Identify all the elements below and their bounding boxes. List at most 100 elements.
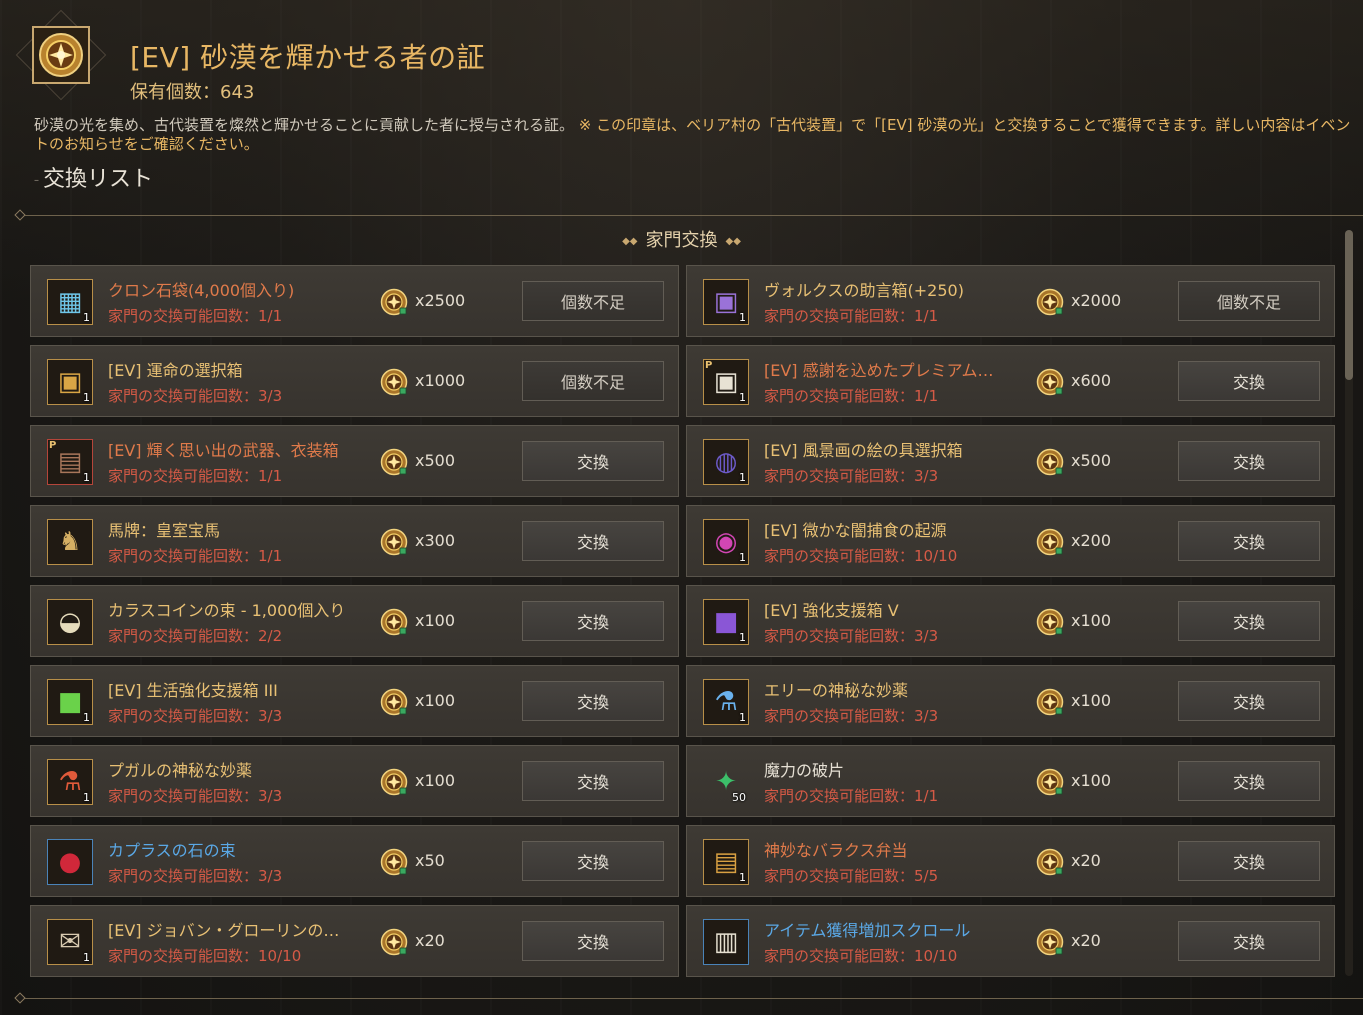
exchange-limit: 家門の交換可能回数：1/1 <box>108 545 282 566</box>
exchange-limit-value: 3/3 <box>258 787 283 805</box>
item-magic-shard-icon[interactable]: ✦ 50 <box>703 759 749 805</box>
exchange-limit-label: 家門の交換可能回数： <box>108 467 259 485</box>
exchange-limit-value: 2/2 <box>258 627 283 645</box>
exchange-button[interactable]: 交換 <box>522 441 664 481</box>
exchange-limit-value: 1/1 <box>914 787 939 805</box>
insufficient-button[interactable]: 個数不足 <box>522 281 664 321</box>
exchange-button[interactable]: 交換 <box>1178 521 1320 561</box>
exchange-limit-value: 3/3 <box>258 867 283 885</box>
seal-currency-icon <box>380 448 408 476</box>
exchange-button[interactable]: 交換 <box>522 761 664 801</box>
item-coin-pouch-icon[interactable]: ◒ <box>47 599 93 645</box>
exchange-item: ✦ 50 魔力の破片 家門の交換可能回数：1/1 x100 交換 <box>686 745 1335 817</box>
item-blue-potion-icon[interactable]: ⚗ 1 <box>703 679 749 725</box>
item-glyph: ▤ <box>713 847 739 877</box>
item-name: プガルの神秘な妙薬 <box>108 761 253 780</box>
item-quantity: 1 <box>739 711 746 724</box>
item-red-potion-icon[interactable]: ⚗ 1 <box>47 759 93 805</box>
item-name: 神妙なバラクス弁当 <box>764 841 908 860</box>
exchange-button[interactable]: 交換 <box>522 841 664 881</box>
item-glyph: ⚗ <box>714 687 738 717</box>
item-support-box-green-icon[interactable]: ■ 1 <box>47 679 93 725</box>
item-cost: x2500 <box>415 291 466 310</box>
item-name: [EV] 微かな闇捕食の起源 <box>764 521 947 540</box>
exchange-limit-value: 3/3 <box>258 707 283 725</box>
item-paint-box-icon[interactable]: ◍ 1 <box>703 439 749 485</box>
exchange-button[interactable]: 交換 <box>1178 761 1320 801</box>
exchange-limit: 家門の交換可能回数：3/3 <box>764 625 938 646</box>
seal-currency-icon <box>1036 928 1064 956</box>
exchange-limit-label: 家門の交換可能回数： <box>764 627 915 645</box>
exchange-button[interactable]: 交換 <box>1178 601 1320 641</box>
item-cost: x50 <box>415 851 445 870</box>
exchange-limit-value: 1/1 <box>914 387 939 405</box>
exchange-item: ✉ 1 [EV] ジョバン・グローリンの… 家門の交換可能回数：10/10 x2… <box>30 905 679 977</box>
section-dash-icon: – <box>34 174 39 186</box>
item-cost: x100 <box>1071 691 1112 710</box>
exchange-limit-value: 3/3 <box>258 387 283 405</box>
exchange-button[interactable]: 交換 <box>522 921 664 961</box>
ornament-right-icon: ◆◆ <box>725 235 741 247</box>
item-cost: x20 <box>1071 851 1101 870</box>
exchange-item: ▣ 1 ヴォルクスの助言箱(+250) 家門の交換可能回数：1/1 x2000 … <box>686 265 1335 337</box>
item-quantity: 1 <box>739 551 746 564</box>
exchange-button[interactable]: 交換 <box>1178 361 1320 401</box>
owned-count: 保有個数：643 <box>130 78 254 104</box>
scrollbar-thumb[interactable] <box>1345 230 1353 380</box>
exchange-limit: 家門の交換可能回数：1/1 <box>108 465 282 486</box>
seal-currency-icon <box>380 768 408 796</box>
premium-badge: P <box>49 440 57 451</box>
exchange-limit-label: 家門の交換可能回数： <box>108 547 259 565</box>
exchange-button[interactable]: 交換 <box>1178 921 1320 961</box>
item-cost: x500 <box>1071 451 1112 470</box>
insufficient-button[interactable]: 個数不足 <box>522 361 664 401</box>
item-horse-medal-icon[interactable]: ♞ <box>47 519 93 565</box>
item-caphras-stone-icon[interactable]: ● <box>47 839 93 885</box>
scrollbar[interactable] <box>1345 230 1353 976</box>
item-quantity: 1 <box>83 951 90 964</box>
item-name: エリーの神秘な妙薬 <box>764 681 909 700</box>
item-support-box-purple-icon[interactable]: ■ 1 <box>703 599 749 645</box>
item-glyph: ■ <box>57 687 83 717</box>
item-cost: x100 <box>415 611 456 630</box>
item-chest-white-icon[interactable]: ▣ P 1 <box>703 359 749 405</box>
divider-bottom <box>14 992 1363 1004</box>
seal-currency-icon <box>380 528 408 556</box>
item-cost: x2000 <box>1071 291 1122 310</box>
ornament-left-icon: ◆◆ <box>622 235 638 247</box>
exchange-button[interactable]: 交換 <box>1178 681 1320 721</box>
exchange-limit: 家門の交換可能回数：3/3 <box>108 705 282 726</box>
exchange-button[interactable]: 交換 <box>522 601 664 641</box>
item-scroll-icon[interactable]: ▥ <box>703 919 749 965</box>
exchange-limit-label: 家門の交換可能回数： <box>764 547 915 565</box>
item-glyph: ▥ <box>713 927 739 957</box>
exchange-button[interactable]: 交換 <box>1178 441 1320 481</box>
exchange-button[interactable]: 交換 <box>522 681 664 721</box>
item-quantity: 50 <box>732 791 746 804</box>
item-chest-gold-icon[interactable]: ▣ 1 <box>47 359 93 405</box>
item-chest-purple-icon[interactable]: ▣ 1 <box>703 279 749 325</box>
exchange-button[interactable]: 交換 <box>1178 841 1320 881</box>
exchange-button[interactable]: 交換 <box>522 521 664 561</box>
exchange-limit: 家門の交換可能回数：1/1 <box>764 305 938 326</box>
insufficient-button[interactable]: 個数不足 <box>1178 281 1320 321</box>
item-quantity: 1 <box>83 311 90 324</box>
item-lunchbox-icon[interactable]: ▤ 1 <box>703 839 749 885</box>
item-chest-wood-icon[interactable]: ▤ P 1 <box>47 439 93 485</box>
item-name: カプラスの石の束 <box>108 841 236 860</box>
item-glyph: ● <box>58 847 82 877</box>
item-chest-blue-icon[interactable]: ▦ 1 <box>47 279 93 325</box>
exchange-limit: 家門の交換可能回数：1/1 <box>764 785 938 806</box>
item-glyph: ▣ <box>713 287 739 317</box>
exchange-item: ▤ 1 神妙なバラクス弁当 家門の交換可能回数：5/5 x20 交換 <box>686 825 1335 897</box>
item-quantity: 1 <box>739 311 746 324</box>
item-dark-swirl-icon[interactable]: ◉ 1 <box>703 519 749 565</box>
item-glyph: ◍ <box>714 447 738 477</box>
item-name: アイテム獲得増加スクロール <box>764 921 971 940</box>
exchange-item: ▥ アイテム獲得増加スクロール 家門の交換可能回数：10/10 x20 交換 <box>686 905 1335 977</box>
seal-currency-icon <box>380 288 408 316</box>
item-letter-icon[interactable]: ✉ 1 <box>47 919 93 965</box>
item-cost: x600 <box>1071 371 1112 390</box>
item-name: [EV] 輝く思い出の武器、衣装箱 <box>108 441 339 460</box>
exchange-limit-value: 3/3 <box>914 707 939 725</box>
